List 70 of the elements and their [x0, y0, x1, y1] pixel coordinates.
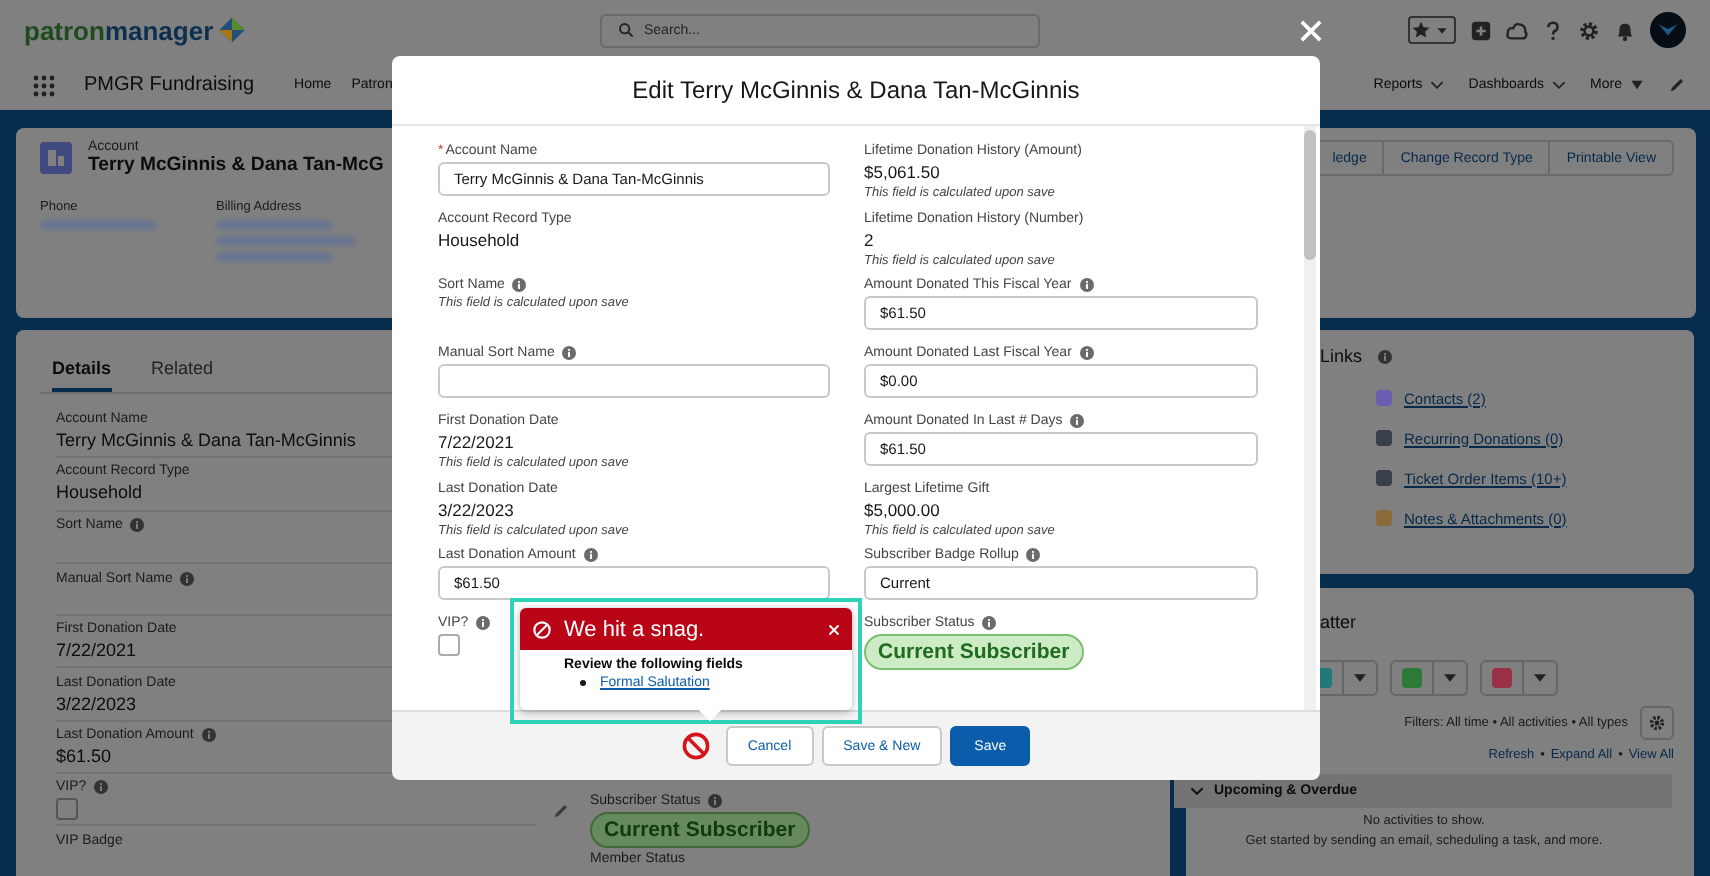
info-icon[interactable] [94, 779, 109, 794]
bullet-dot [580, 680, 586, 686]
error-icon [532, 619, 552, 639]
plus-icon[interactable] [1470, 19, 1492, 41]
card-title: atter [1320, 612, 1359, 636]
info-icon[interactable] [982, 616, 997, 630]
caret-icon [1444, 674, 1456, 682]
bell-icon[interactable] [1614, 19, 1636, 41]
chevron-down-icon[interactable] [1190, 786, 1204, 796]
card-title: Links [1320, 346, 1363, 366]
info-icon[interactable] [1378, 349, 1393, 363]
field-value: $5,000.00 [864, 500, 940, 520]
pencil-icon[interactable] [1668, 76, 1686, 94]
info-icon[interactable] [1079, 278, 1094, 292]
dropdown-button[interactable] [1434, 660, 1468, 696]
field-value: 3/22/2023 [56, 693, 137, 714]
field-value: Household [56, 482, 143, 503]
help-icon[interactable] [1542, 19, 1564, 41]
caret-icon [1534, 674, 1546, 682]
field-value: $5,061.50 [864, 162, 940, 182]
pencil-icon[interactable] [552, 802, 570, 820]
details-tab[interactable]: Details [52, 350, 112, 392]
info-icon[interactable] [1070, 414, 1085, 428]
info-icon[interactable] [1026, 548, 1041, 562]
app-launcher-icon[interactable] [32, 73, 56, 97]
info-icon[interactable] [476, 616, 491, 630]
dialog-title: Edit Terry McGinnis & Dana Tan-McGinnis [632, 76, 1080, 104]
close-icon[interactable] [1300, 20, 1322, 42]
info-icon[interactable] [130, 518, 145, 533]
logo[interactable]: patronmanager [24, 15, 600, 45]
chevron-down-icon[interactable] [1430, 80, 1445, 90]
avatar-icon[interactable] [1650, 12, 1686, 48]
record-title: Terry McGinnis & Dana Tan-McG [88, 154, 384, 176]
info-icon[interactable] [512, 278, 527, 292]
settings-icon[interactable] [1578, 19, 1600, 41]
settings-button[interactable] [1640, 706, 1674, 740]
field-value: 2 [864, 230, 874, 250]
info-icon[interactable] [708, 794, 723, 808]
info-icon[interactable] [201, 727, 216, 742]
details-tab[interactable]: Related [151, 350, 214, 392]
checkbox[interactable] [438, 634, 460, 656]
app-name: PMGR Fundraising [84, 74, 255, 96]
info-icon[interactable] [583, 548, 598, 562]
field-value: 7/22/2021 [438, 432, 514, 452]
dropdown-button[interactable] [1524, 660, 1558, 696]
text-input[interactable] [438, 364, 830, 398]
chevron-down-icon[interactable] [1552, 80, 1567, 90]
caret-icon[interactable] [1630, 80, 1644, 90]
popover-title: We hit a snag. [564, 617, 705, 641]
dropdown-button[interactable] [1344, 660, 1378, 696]
status-badge: Current Subscriber [864, 634, 1084, 670]
checkbox[interactable] [56, 797, 78, 820]
status-badge: Current Subscriber [590, 812, 810, 848]
field-value: 7/22/2021 [56, 640, 137, 661]
field-value: Household [438, 230, 520, 250]
favorites-button[interactable] [1408, 16, 1456, 44]
field-value: Terry McGinnis & Dana Tan-McGinnis [56, 430, 356, 451]
caret-icon [1354, 674, 1366, 682]
gear-icon [1648, 714, 1666, 732]
scrollbar[interactable] [1304, 126, 1316, 710]
info-icon[interactable] [180, 571, 195, 586]
field-value: $61.50 [56, 745, 112, 766]
close-icon[interactable] [828, 623, 840, 635]
cloud-icon[interactable] [1506, 19, 1528, 41]
search-icon [618, 22, 634, 38]
field-value: 3/22/2023 [438, 500, 514, 520]
info-icon[interactable] [562, 346, 577, 360]
info-icon[interactable] [1079, 346, 1094, 360]
error-icon[interactable] [681, 732, 710, 760]
account-icon [40, 142, 72, 174]
